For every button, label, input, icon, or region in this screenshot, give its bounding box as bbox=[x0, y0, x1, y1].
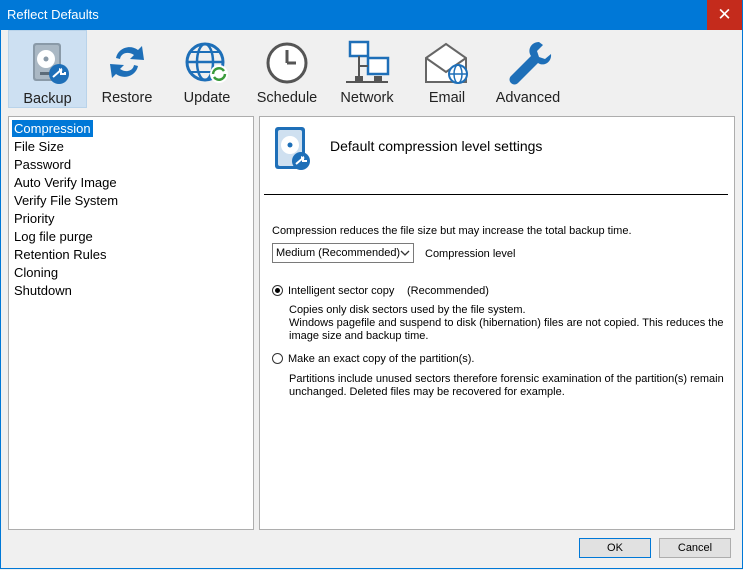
nav-item-shutdown[interactable]: Shutdown bbox=[12, 282, 74, 299]
nav-item-cloning[interactable]: Cloning bbox=[12, 264, 60, 281]
settings-nav-list: Compression File Size Password Auto Veri… bbox=[8, 116, 254, 530]
nav-item-log-file-purge[interactable]: Log file purge bbox=[12, 228, 95, 245]
toolbar-advanced-label: Advanced bbox=[495, 90, 561, 106]
toolbar-schedule[interactable]: Schedule bbox=[247, 30, 327, 108]
toolbar-backup[interactable]: Backup bbox=[8, 30, 87, 108]
toolbar-restore[interactable]: Restore bbox=[87, 30, 167, 108]
intelligent-copy-tag: (Recommended) bbox=[407, 285, 489, 297]
toolbar-network-label: Network bbox=[340, 90, 394, 106]
nav-item-verify-file-system[interactable]: Verify File System bbox=[12, 192, 120, 209]
network-icon bbox=[346, 40, 390, 83]
title-bar: Reflect Defaults ✕ bbox=[0, 0, 743, 30]
compression-level-label: Compression level bbox=[425, 248, 516, 260]
update-globe-icon bbox=[185, 42, 228, 83]
exact-copy-desc-2: unchanged. Deleted files may be recovere… bbox=[289, 386, 565, 398]
toolbar-network[interactable]: Network bbox=[327, 30, 407, 108]
toolbar: Backup Restore Update Schedule Network E… bbox=[8, 30, 738, 108]
panel-title: Default compression level settings bbox=[330, 138, 543, 154]
settings-panel: Default compression level settings Compr… bbox=[259, 116, 735, 530]
intelligent-copy-desc-3: image size and backup time. bbox=[289, 330, 429, 342]
nav-item-priority[interactable]: Priority bbox=[12, 210, 56, 227]
compression-description: Compression reduces the file size but ma… bbox=[272, 225, 632, 237]
window-title: Reflect Defaults bbox=[7, 7, 99, 22]
toolbar-email[interactable]: Email bbox=[407, 30, 487, 108]
toolbar-email-label: Email bbox=[428, 90, 466, 106]
toolbar-advanced[interactable]: Advanced bbox=[487, 30, 569, 108]
toolbar-update[interactable]: Update bbox=[167, 30, 247, 108]
title-divider bbox=[264, 194, 728, 195]
close-icon: ✕ bbox=[717, 5, 732, 24]
exact-copy-desc-1: Partitions include unused sectors theref… bbox=[289, 373, 724, 385]
exact-copy-radio[interactable] bbox=[272, 353, 283, 364]
intelligent-copy-label[interactable]: Intelligent sector copy bbox=[288, 285, 394, 297]
intelligent-copy-desc-1: Copies only disk sectors used by the fil… bbox=[289, 304, 526, 316]
exact-copy-label[interactable]: Make an exact copy of the partition(s). bbox=[288, 353, 474, 365]
chevron-down-icon bbox=[400, 250, 410, 256]
toolbar-update-label: Update bbox=[183, 90, 231, 106]
compression-level-select[interactable]: Medium (Recommended) bbox=[272, 243, 414, 263]
restore-arrows-icon bbox=[110, 46, 144, 78]
close-button[interactable]: ✕ bbox=[707, 0, 742, 30]
intelligent-copy-radio[interactable] bbox=[272, 285, 283, 296]
nav-item-password[interactable]: Password bbox=[12, 156, 73, 173]
backup-disk-icon bbox=[32, 43, 69, 84]
ok-button[interactable]: OK bbox=[579, 538, 651, 558]
compression-level-value: Medium (Recommended) bbox=[276, 247, 401, 259]
intelligent-copy-desc-2: Windows pagefile and suspend to disk (hi… bbox=[289, 317, 724, 329]
cancel-button[interactable]: Cancel bbox=[659, 538, 731, 558]
wrench-icon bbox=[509, 42, 552, 85]
toolbar-schedule-label: Schedule bbox=[256, 90, 318, 106]
clock-icon bbox=[266, 42, 308, 84]
nav-item-retention-rules[interactable]: Retention Rules bbox=[12, 246, 109, 263]
email-icon bbox=[425, 42, 468, 84]
nav-item-file-size[interactable]: File Size bbox=[12, 138, 66, 155]
nav-item-auto-verify-image[interactable]: Auto Verify Image bbox=[12, 174, 119, 191]
backup-disk-icon bbox=[275, 127, 310, 170]
radio-selected-dot bbox=[275, 288, 280, 293]
toolbar-backup-label: Backup bbox=[23, 91, 72, 107]
nav-item-compression[interactable]: Compression bbox=[12, 120, 93, 137]
toolbar-restore-label: Restore bbox=[101, 90, 153, 106]
